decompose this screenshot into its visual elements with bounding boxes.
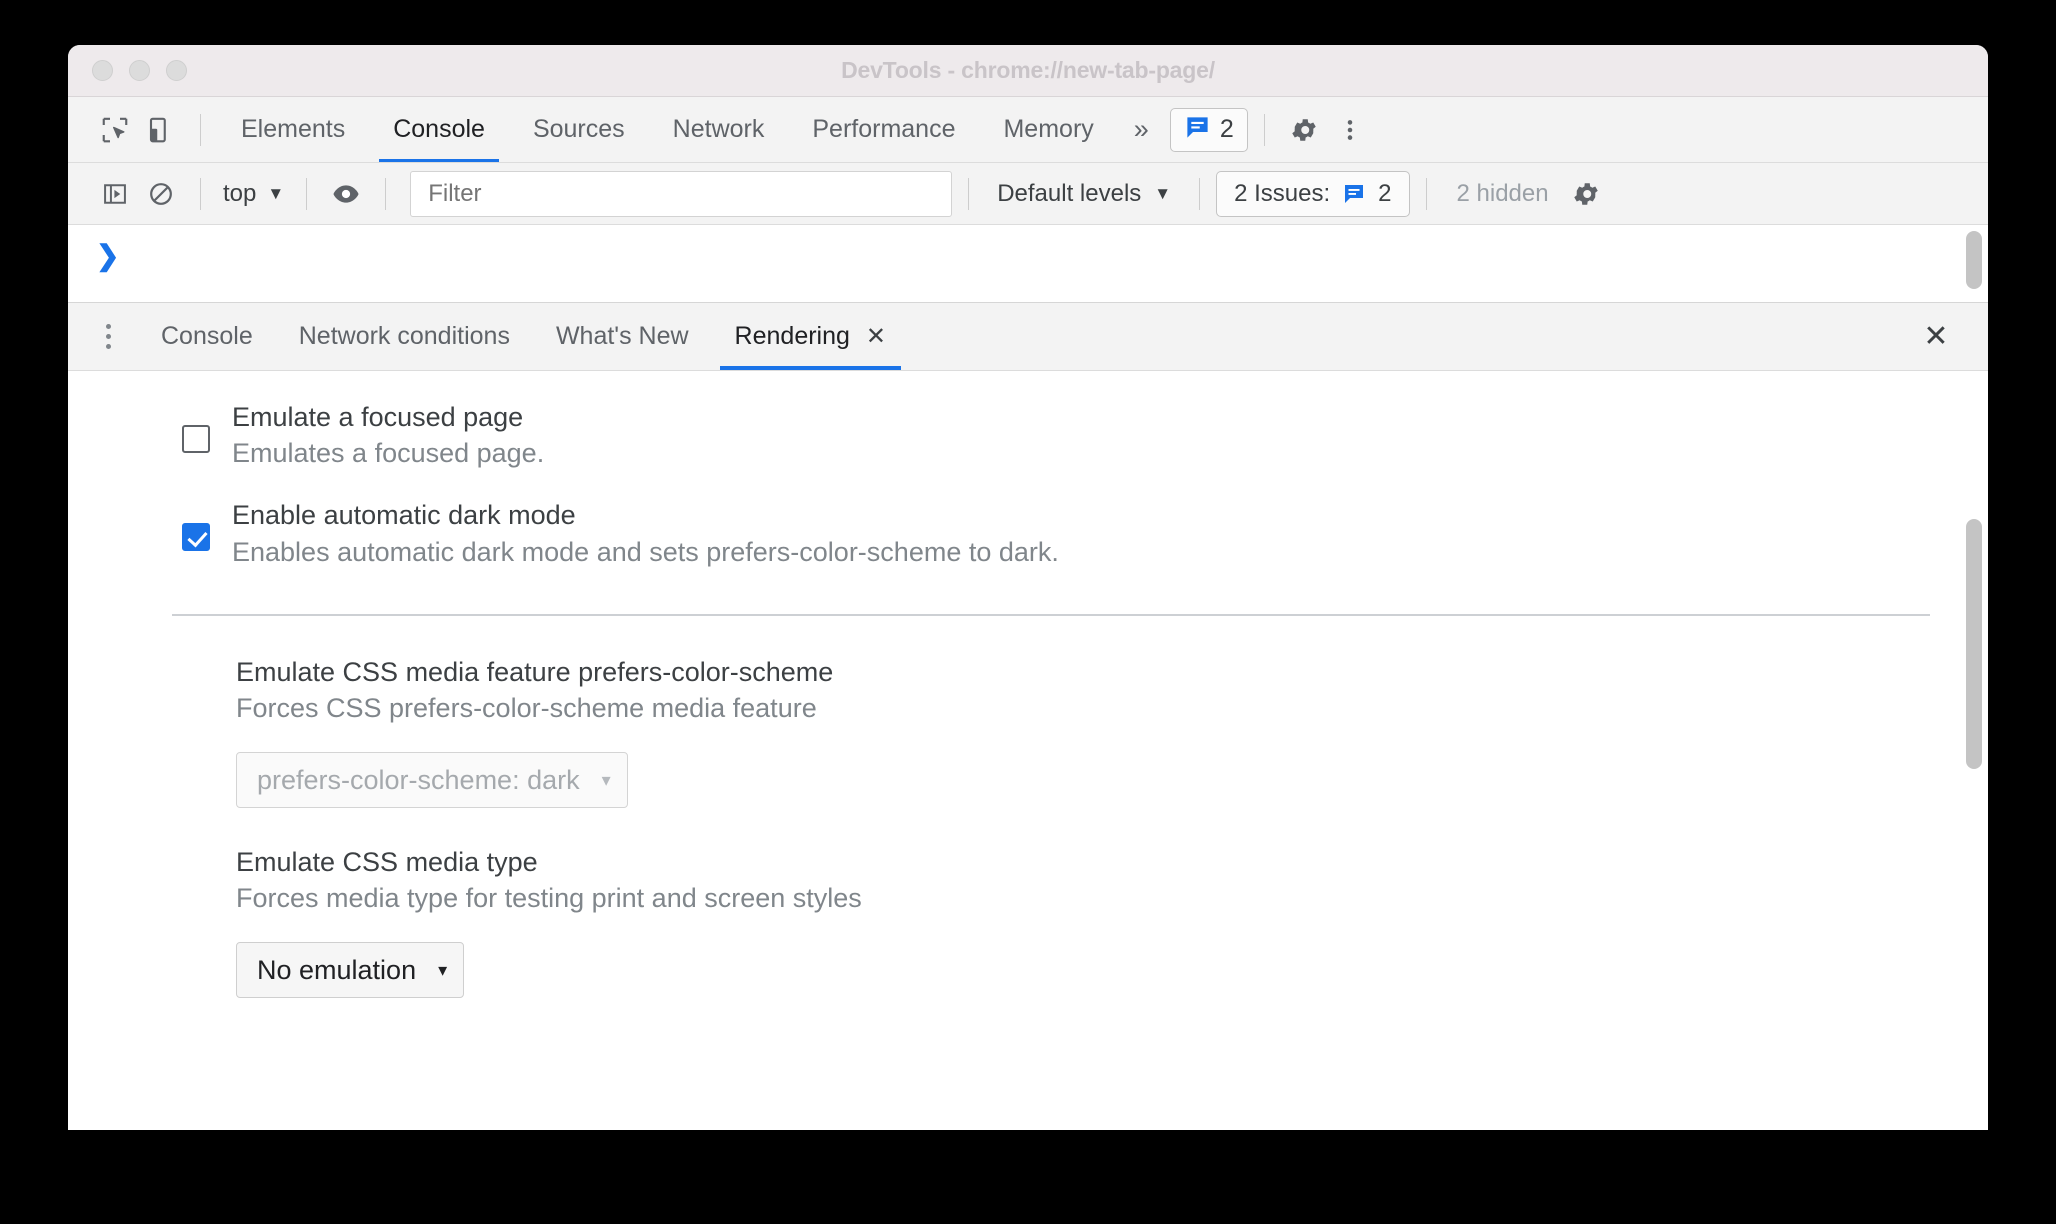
section-prefers-color-scheme: Emulate CSS media feature prefers-color-… (68, 654, 1988, 809)
drawer-tab-network-conditions[interactable]: Network conditions (276, 303, 533, 370)
chevron-down-icon: ▼ (1154, 183, 1172, 203)
filter-placeholder: Filter (428, 179, 482, 207)
hidden-messages-count: 2 hidden (1456, 179, 1549, 207)
drawer-tab-label: Console (161, 322, 253, 350)
setting-enable-automatic-dark-mode[interactable]: Enable automatic dark mode Enables autom… (68, 497, 1988, 569)
tab-elements[interactable]: Elements (217, 97, 369, 162)
automatic-dark-mode-checkbox[interactable] (182, 523, 210, 552)
drawer-tab-label: Rendering (734, 322, 850, 350)
clear-console-icon[interactable] (138, 172, 184, 216)
tab-console[interactable]: Console (369, 97, 509, 162)
context-label: top (223, 179, 257, 207)
console-scrollbar[interactable] (1966, 225, 1982, 302)
select-value: No emulation (257, 954, 417, 985)
section-description: Forces CSS prefers-color-scheme media fe… (236, 692, 817, 723)
drawer-tab-console[interactable]: Console (138, 303, 276, 370)
drawer-tab-label: Network conditions (298, 322, 510, 350)
window-title: DevTools - chrome://new-tab-page/ (841, 57, 1215, 83)
gear-icon[interactable] (1563, 172, 1609, 216)
execution-context-selector[interactable]: top ▼ (217, 180, 290, 208)
filter-divider-5 (1199, 177, 1201, 210)
section-divider (172, 613, 1930, 616)
chevron-down-icon: ▾ (601, 769, 611, 790)
window-titlebar: DevTools - chrome://new-tab-page/ (68, 45, 1988, 97)
devtools-window: DevTools - chrome://new-tab-page/ Elemen… (68, 45, 1988, 1130)
tab-label: Performance (812, 115, 956, 143)
chevron-down-icon: ▼ (267, 183, 285, 203)
emulate-focused-page-checkbox[interactable] (182, 425, 210, 453)
console-message-area[interactable]: ❯ (68, 225, 1988, 303)
tab-memory[interactable]: Memory (979, 97, 1117, 162)
tab-label: Sources (532, 115, 625, 143)
toolbar-divider-2 (1263, 113, 1265, 146)
device-toolbar-icon[interactable] (138, 108, 184, 152)
section-title: Emulate CSS media feature prefers-color-… (236, 656, 834, 687)
select-value: prefers-color-scheme: dark (257, 764, 580, 795)
section-title: Emulate CSS media type (236, 847, 538, 878)
drawer: Console Network conditions What's New Re… (68, 303, 1988, 1130)
issues-toolbar-button[interactable]: 2 Issues: 2 (1216, 170, 1410, 217)
section-media-type: Emulate CSS media type Forces media type… (68, 844, 1988, 999)
tab-label: Network (672, 115, 765, 143)
setting-title: Emulate a focused page (232, 402, 524, 432)
close-drawer-icon[interactable]: ✕ (1914, 315, 1958, 359)
filter-divider-4 (968, 177, 970, 210)
tab-sources[interactable]: Sources (509, 97, 649, 162)
issues-speech-bubble-icon (1184, 114, 1211, 146)
rendering-panel: Emulate a focused page Emulates a focuse… (68, 371, 1988, 1130)
tab-network[interactable]: Network (649, 97, 789, 162)
tab-performance[interactable]: Performance (788, 97, 979, 162)
tab-label: Console (393, 115, 485, 143)
issues-count: 2 (1378, 179, 1392, 207)
media-type-select[interactable]: No emulation ▾ (236, 942, 465, 999)
kebab-menu-icon[interactable] (1327, 108, 1373, 152)
inspect-element-icon[interactable] (92, 108, 138, 152)
tab-label: Memory (1003, 115, 1094, 143)
close-tab-icon[interactable]: ✕ (866, 324, 886, 349)
kebab-menu-icon[interactable] (86, 315, 130, 359)
filter-divider-1 (200, 177, 201, 210)
levels-label: Default levels (997, 179, 1142, 207)
drawer-tab-rendering[interactable]: Rendering ✕ (712, 303, 909, 370)
console-scrollbar-thumb[interactable] (1966, 231, 1982, 289)
filter-divider-2 (306, 177, 308, 210)
issues-count: 2 (1219, 115, 1234, 143)
issues-badge-button[interactable]: 2 (1169, 107, 1248, 152)
console-filter-toolbar: top ▼ Filter Default levels ▼ 2 Issues: (68, 163, 1988, 225)
console-prompt-icon: ❯ (96, 240, 120, 271)
setting-description: Emulates a focused page. (232, 438, 545, 469)
rendering-panel-scrollbar-thumb[interactable] (1966, 519, 1982, 769)
panel-tab-list: Elements Console Sources Network Perform… (217, 97, 1118, 162)
setting-title: Enable automatic dark mode (232, 500, 576, 531)
filter-divider-6 (1425, 177, 1427, 210)
section-description: Forces media type for testing print and … (236, 883, 862, 914)
issues-speech-bubble-icon (1342, 182, 1366, 206)
more-panels-chevron-icon[interactable]: » (1118, 114, 1162, 145)
drawer-tab-list: Console Network conditions What's New Re… (68, 303, 1988, 371)
issues-label: 2 Issues: (1234, 179, 1331, 207)
filter-divider-3 (385, 177, 387, 210)
prefers-color-scheme-select[interactable]: prefers-color-scheme: dark ▾ (236, 752, 628, 809)
drawer-tab-whats-new[interactable]: What's New (533, 303, 712, 370)
drawer-tab-label: What's New (555, 322, 689, 350)
tab-label: Elements (241, 115, 346, 143)
filter-input[interactable]: Filter (410, 170, 953, 217)
toolbar-divider (200, 113, 201, 146)
log-levels-selector[interactable]: Default levels ▼ (985, 180, 1183, 208)
chevron-down-icon: ▾ (438, 959, 448, 980)
console-sidebar-icon[interactable] (92, 172, 138, 216)
live-expression-eye-icon[interactable] (323, 172, 369, 216)
setting-description: Enables automatic dark mode and sets pre… (232, 536, 1059, 567)
gear-icon[interactable] (1281, 108, 1327, 152)
main-toolbar: Elements Console Sources Network Perform… (68, 97, 1988, 163)
setting-emulate-focused-page[interactable]: Emulate a focused page Emulates a focuse… (68, 399, 1988, 471)
rendering-panel-scrollbar[interactable] (1966, 371, 1982, 1130)
